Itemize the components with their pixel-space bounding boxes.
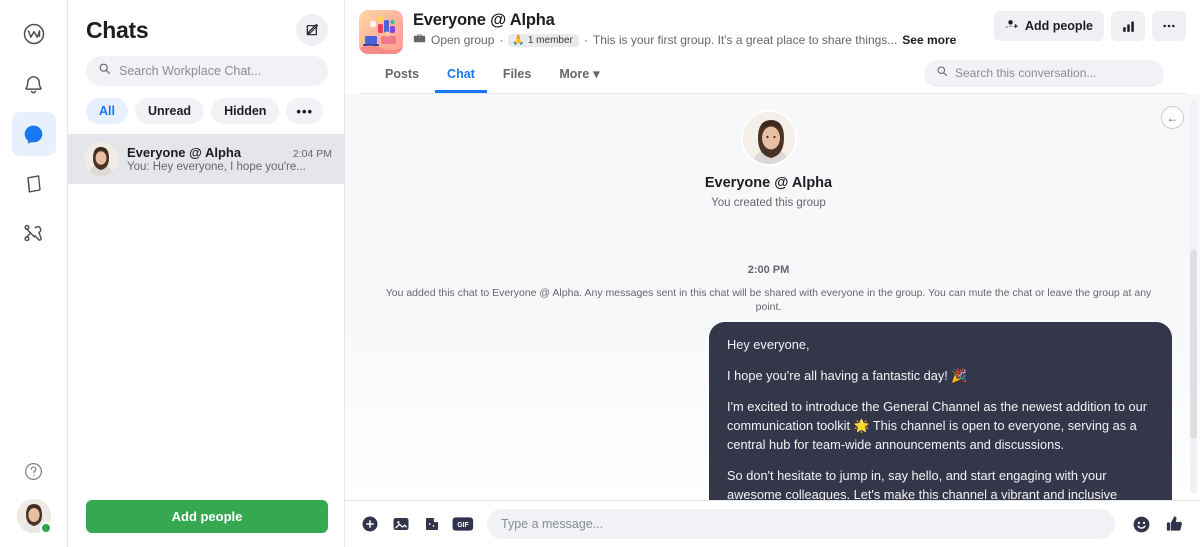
conversation-tabs: Posts Chat Files More ▾	[373, 58, 611, 93]
page-title: Chats	[86, 16, 149, 43]
list-item[interactable]: Everyone @ Alpha 2:04 PM You: Hey everyo…	[68, 134, 344, 184]
add-person-icon	[1005, 18, 1019, 35]
workplace-chat-app: Chats All Unread Hidden	[0, 0, 1200, 547]
chat-items-list: Everyone @ Alpha 2:04 PM You: Hey everyo…	[68, 134, 344, 488]
message-paragraph-3: I'm excited to introduce the General Cha…	[727, 399, 1148, 452]
message-input[interactable]	[501, 517, 1101, 531]
praying-hands-icon: 🙏	[512, 34, 525, 46]
filter-chip-more[interactable]: •••	[286, 98, 324, 124]
message-composer: GIF	[345, 500, 1200, 547]
message-paragraph-1: Hey everyone,	[727, 337, 810, 352]
thumbs-up-icon[interactable]	[1164, 513, 1186, 535]
intro-note: You created this group	[711, 197, 826, 209]
conversation-panel: Everyone @ Alpha Open group · 🙏 1 member	[345, 0, 1200, 547]
group-avatar[interactable]	[359, 10, 403, 54]
subtitle-separator: ·	[499, 33, 504, 47]
tab-files[interactable]: Files	[491, 58, 544, 93]
message-paragraph-2: I hope you're all having a fantastic day…	[727, 368, 968, 383]
system-note: You added this chat to Everyone @ Alpha.…	[385, 287, 1152, 313]
chevron-down-icon: ▾	[593, 67, 600, 81]
search-icon	[936, 64, 948, 82]
conversation-intro: Everyone @ Alpha You created this group	[365, 94, 1172, 209]
online-status-dot	[39, 522, 52, 534]
list-item-name: Everyone @ Alpha	[127, 145, 242, 160]
bar-chart-icon[interactable]	[1111, 11, 1145, 41]
workplace-logo-icon[interactable]	[12, 12, 56, 56]
group-description: This is your first group. It's a great p…	[592, 33, 898, 47]
briefcase-icon	[413, 32, 426, 48]
search-box[interactable]	[86, 56, 328, 86]
conversation-tabs-row: Posts Chat Files More ▾	[359, 54, 1186, 94]
subtitle-separator-2: ·	[583, 33, 588, 47]
tab-posts[interactable]: Posts	[373, 58, 431, 93]
search-input[interactable]	[119, 64, 316, 78]
member-count-label: 1 member	[527, 34, 573, 46]
conversation-header: Everyone @ Alpha Open group · 🙏 1 member	[345, 0, 1200, 94]
conversation-actions: Add people	[993, 10, 1186, 41]
tab-more-label: More	[559, 66, 590, 81]
list-item-top: Everyone @ Alpha 2:04 PM	[127, 145, 332, 160]
list-item-avatar	[84, 142, 118, 176]
message-scrollbar[interactable]	[1190, 100, 1197, 494]
chat-search-wrap	[68, 52, 344, 86]
question-mark-icon[interactable]	[12, 449, 56, 493]
add-people-button[interactable]: Add people	[86, 500, 328, 533]
list-item-time: 2:04 PM	[292, 148, 332, 160]
conversation-subtitle: Open group · 🙏 1 member · This is your f…	[413, 32, 984, 48]
group-type-label: Open group	[431, 33, 495, 47]
avatar[interactable]	[16, 499, 52, 534]
chat-filter-chips: All Unread Hidden •••	[68, 86, 344, 134]
filter-chip-hidden[interactable]: Hidden	[211, 98, 280, 124]
tab-chat[interactable]: Chat	[435, 58, 487, 93]
composer-right-actions	[1124, 513, 1186, 535]
collapse-panel-icon[interactable]: ←	[1161, 106, 1184, 129]
member-count-badge[interactable]: 🙏 1 member	[508, 33, 579, 47]
left-nav-rail	[0, 0, 68, 547]
emoji-icon[interactable]	[1130, 513, 1152, 535]
search-icon	[98, 62, 111, 80]
conversation-search-input[interactable]	[955, 66, 1152, 80]
conversation-search-box[interactable]	[924, 59, 1164, 87]
message-timestamp: 2:00 PM	[747, 264, 790, 276]
add-people-button-header[interactable]: Add people	[993, 11, 1104, 41]
chat-list-footer: Add people	[68, 488, 344, 547]
filter-chip-all[interactable]: All	[86, 98, 128, 124]
filter-chip-unread[interactable]: Unread	[134, 98, 205, 124]
message-paragraph-4: So don't hesitate to jump in, say hello,…	[727, 468, 1118, 500]
add-attachment-icon[interactable]	[359, 513, 381, 535]
gif-icon[interactable]: GIF	[452, 513, 474, 535]
chat-list-header: Chats	[68, 0, 344, 52]
list-item-snippet: You: Hey everyone, I hope you're...	[127, 161, 306, 173]
svg-text:GIF: GIF	[457, 522, 469, 529]
bell-icon[interactable]	[12, 62, 56, 106]
add-people-label: Add people	[1024, 19, 1093, 33]
list-item-body: Everyone @ Alpha 2:04 PM You: Hey everyo…	[127, 145, 332, 173]
message-input-box[interactable]	[487, 509, 1115, 539]
intro-avatar	[740, 110, 797, 166]
message-scrollbar-thumb[interactable]	[1190, 249, 1197, 439]
compose-icon[interactable]	[296, 14, 328, 46]
intro-group-name: Everyone @ Alpha	[704, 175, 833, 191]
conversation-info: Everyone @ Alpha Open group · 🙏 1 member	[413, 10, 984, 48]
photo-icon[interactable]	[390, 513, 412, 535]
book-icon[interactable]	[12, 162, 56, 206]
conversation-header-row: Everyone @ Alpha Open group · 🙏 1 member	[359, 10, 1186, 54]
tab-more[interactable]: More ▾	[547, 58, 611, 93]
sidebar-item-chat[interactable]	[11, 112, 56, 156]
chat-list-panel: Chats All Unread Hidden	[68, 0, 345, 547]
message-area: ← Everyone @ Alpha You created this grou…	[345, 94, 1200, 500]
tools-icon[interactable]	[12, 212, 56, 256]
message-bubble[interactable]: Hey everyone, I hope you're all having a…	[709, 322, 1172, 500]
conversation-title: Everyone @ Alpha	[413, 11, 555, 29]
sticker-icon[interactable]	[421, 513, 443, 535]
see-more-link[interactable]: See more	[902, 33, 956, 47]
message-row: Hey everyone, I hope you're all having a…	[365, 322, 1172, 500]
ellipsis-icon[interactable]	[1152, 11, 1186, 41]
